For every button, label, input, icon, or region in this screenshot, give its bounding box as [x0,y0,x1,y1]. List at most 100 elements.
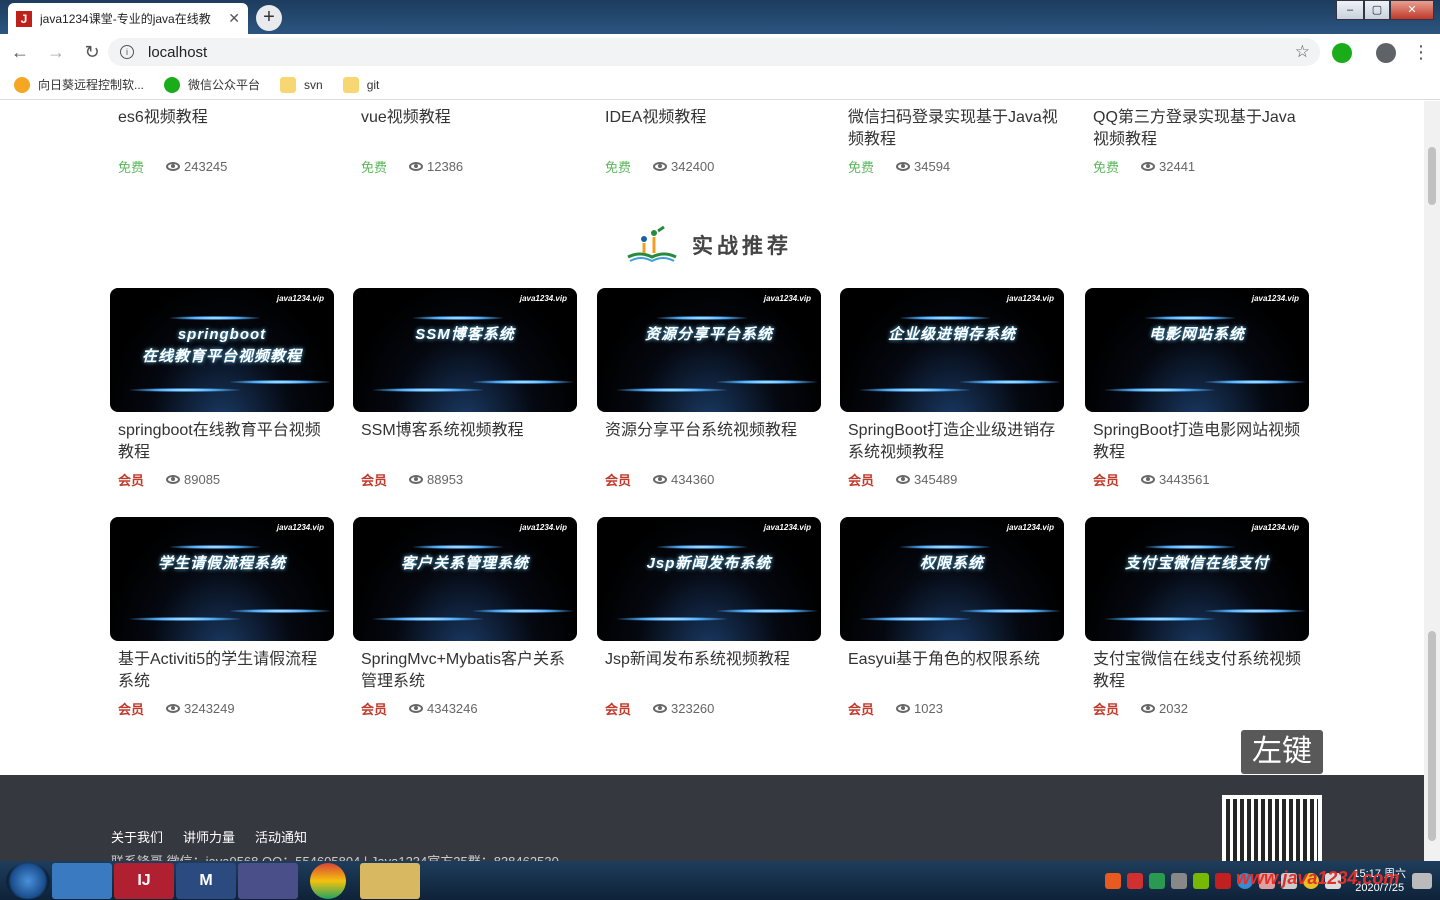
tray-sogou-icon[interactable] [1105,872,1122,889]
page-footer: 关于我们 讲师力量 活动通知 联系锋哥 微信：java9568 QQ：55460… [0,775,1424,861]
view-count: 3243249 [184,701,235,716]
course-card[interactable]: IDEA视频教程 免费 342400 [597,101,821,176]
course-thumbnail[interactable]: java1234.vip 企业级进销存系统 [840,288,1064,412]
course-thumbnail[interactable]: java1234.vip Jsp新闻发布系统 [597,517,821,641]
course-title[interactable]: SSM博客系统视频教程 [361,420,575,464]
back-arrow-icon[interactable]: ← [4,36,36,68]
close-window-button[interactable]: ✕ [1390,0,1434,20]
bookmark-star-icon[interactable]: ☆ [1295,42,1310,62]
course-card[interactable]: java1234.vip Jsp新闻发布系统 Jsp新闻发布系统视频教程会员 3232… [597,517,821,718]
course-thumbnail[interactable]: java1234.vip SSM博客系统 [353,288,577,412]
info-icon[interactable]: i [120,45,134,59]
tray-nvidia-icon[interactable] [1193,872,1210,889]
thumbnail-caption: 企业级进销存系统 [887,326,1016,343]
course-card[interactable]: java1234.vip SSM博客系统 SSM博客系统视频教程 会员 88953 [353,288,577,489]
course-thumbnail[interactable]: java1234.vip 权限系统 [840,517,1064,641]
course-card[interactable]: 微信扫码登录实现基于Java视频教程 免费 34594 [840,101,1064,176]
tray-app-icon[interactable] [1171,872,1188,889]
view-count: 323260 [671,701,715,716]
course-thumbnail[interactable]: java1234.vip springboot 在线教育平台视频教程 [110,288,334,412]
tray-notification-icon[interactable] [1412,872,1432,889]
course-card[interactable]: es6视频教程 免费 243245 [110,101,334,176]
book-reading-logo-icon [626,225,678,265]
course-title[interactable]: SpringBoot打造企业级进销存系统视频教程 [848,420,1062,464]
new-tab-button[interactable]: + [256,5,282,31]
course-card[interactable]: java1234.vip 电影网站系统 SpringBoot打造电影网站视频教程 会员… [1085,288,1309,489]
footer-link-about[interactable]: 关于我们 [111,827,163,846]
course-title[interactable]: 支付宝微信在线支付系统视频教程 [1093,649,1307,693]
start-button[interactable] [6,862,50,899]
course-card[interactable]: java1234.vip 企业级进销存系统 SpringBoot打造企业级进销存系统… [840,288,1064,489]
course-meta: 会员 345489 [848,470,1064,489]
course-title[interactable]: 基于Activiti5的学生请假流程系统 [118,649,332,693]
bookmark-wechat[interactable]: 微信公众平台 [164,76,260,93]
course-card[interactable]: java1234.vip 客户关系管理系统 SpringMvc+Mybatis客户关… [353,517,577,718]
minimize-button[interactable]: – [1336,0,1364,20]
footer-link-teachers[interactable]: 讲师力量 [183,827,235,846]
scrollbar-thumb[interactable] [1428,631,1436,841]
forward-arrow-icon[interactable]: → [40,36,72,68]
course-thumbnail[interactable]: java1234.vip 资源分享平台系统 [597,288,821,412]
taskbar-app-explorer-icon[interactable] [52,862,112,899]
bookmark-sunflower[interactable]: 向日葵远程控制软... [14,76,144,93]
course-card[interactable]: java1234.vip 学生请假流程系统基于Activiti5的学生请假流程系统… [110,517,334,718]
profile-avatar-icon[interactable] [1376,43,1396,63]
course-thumbnail[interactable]: java1234.vip 支付宝微信在线支付 [1085,517,1309,641]
course-title[interactable]: SpringMvc+Mybatis客户关系管理系统 [361,649,575,693]
course-title[interactable]: IDEA视频教程 [605,107,819,151]
eye-icon [1141,162,1155,171]
course-card[interactable]: vue视频教程 免费 12386 [353,101,577,176]
course-title[interactable]: es6视频教程 [118,107,332,151]
price-badge: 会员 [118,473,145,488]
view-count: 34594 [914,159,951,174]
course-title[interactable]: Jsp新闻发布系统视频教程 [605,649,819,693]
tray-ime-icon[interactable] [1127,872,1144,889]
course-card[interactable]: QQ第三方登录实现基于Java视频教程 免费 32441 [1085,101,1309,176]
tray-s-icon[interactable] [1215,872,1232,889]
course-thumbnail[interactable]: java1234.vip 电影网站系统 [1085,288,1309,412]
price-badge: 会员 [605,702,632,717]
course-card[interactable]: java1234.vip 资源分享平台系统 资源分享平台系统视频教程 会员 434360 [597,288,821,489]
glow-decoration [230,380,330,384]
taskbar-app-chrome-icon[interactable] [310,862,346,899]
bookmark-git[interactable]: git [342,76,379,93]
course-card[interactable]: java1234.vip springboot 在线教育平台视频教程 springb… [110,288,334,489]
course-title[interactable]: Easyui基于角色的权限系统 [848,649,1062,693]
footer-link-events[interactable]: 活动通知 [255,827,307,846]
page-scrollbar[interactable] [1424,101,1440,861]
glow-decoration [1205,380,1305,384]
thumbnail-caption: Jsp新闻发布系统 [646,555,772,572]
course-thumbnail[interactable]: java1234.vip 客户关系管理系统 [353,517,577,641]
tab-title: java1234课堂-专业的java在线教 [40,12,211,26]
extension-icon[interactable] [1332,43,1352,63]
course-title[interactable]: 资源分享平台系统视频教程 [605,420,819,464]
thumbnail-caption: SSM博客系统 [415,326,515,343]
menu-dots-icon[interactable]: ⋮ [1412,42,1430,63]
tray-shield-icon[interactable] [1149,872,1166,889]
maximize-button[interactable]: ▢ [1364,0,1390,20]
course-title[interactable]: SpringBoot打造电影网站视频教程 [1093,420,1307,464]
course-thumbnail[interactable]: java1234.vip 学生请假流程系统 [110,517,334,641]
course-title[interactable]: QQ第三方登录实现基于Java视频教程 [1093,107,1307,151]
tab-close-icon[interactable]: ✕ [228,10,240,27]
course-title[interactable]: 微信扫码登录实现基于Java视频教程 [848,107,1062,151]
course-card[interactable]: java1234.vip 权限系统 Easyui基于角色的权限系统会员 1023 [840,517,1064,718]
glow-decoration [373,388,483,392]
taskbar-app-dolphin-icon[interactable] [238,862,298,899]
course-meta: 会员 1023 [848,699,1064,718]
scrollbar-thumb[interactable] [1428,147,1436,205]
glow-decoration [1105,388,1215,392]
course-title[interactable]: vue视频教程 [361,107,575,151]
browser-tab[interactable]: J java1234课堂-专业的java在线教 ✕ [8,3,248,34]
course-card[interactable]: java1234.vip 支付宝微信在线支付 支付宝微信在线支付系统视频教程 会员 20… [1085,517,1309,718]
address-bar[interactable]: i localhost ☆ [108,38,1320,66]
taskbar-app-folder-icon[interactable] [360,862,420,899]
eye-icon [896,704,910,713]
glow-decoration [1105,617,1215,621]
taskbar-app-intellij-icon[interactable]: IJ [114,862,174,899]
reload-icon[interactable]: ↻ [76,36,108,68]
browser-toolbar: ← → ↻ i localhost ☆ ⋮ [0,34,1440,70]
bookmark-svn[interactable]: svn [280,76,323,93]
taskbar-app-m-icon[interactable]: M [176,862,236,899]
course-title[interactable]: springboot在线教育平台视频教程 [118,420,332,464]
